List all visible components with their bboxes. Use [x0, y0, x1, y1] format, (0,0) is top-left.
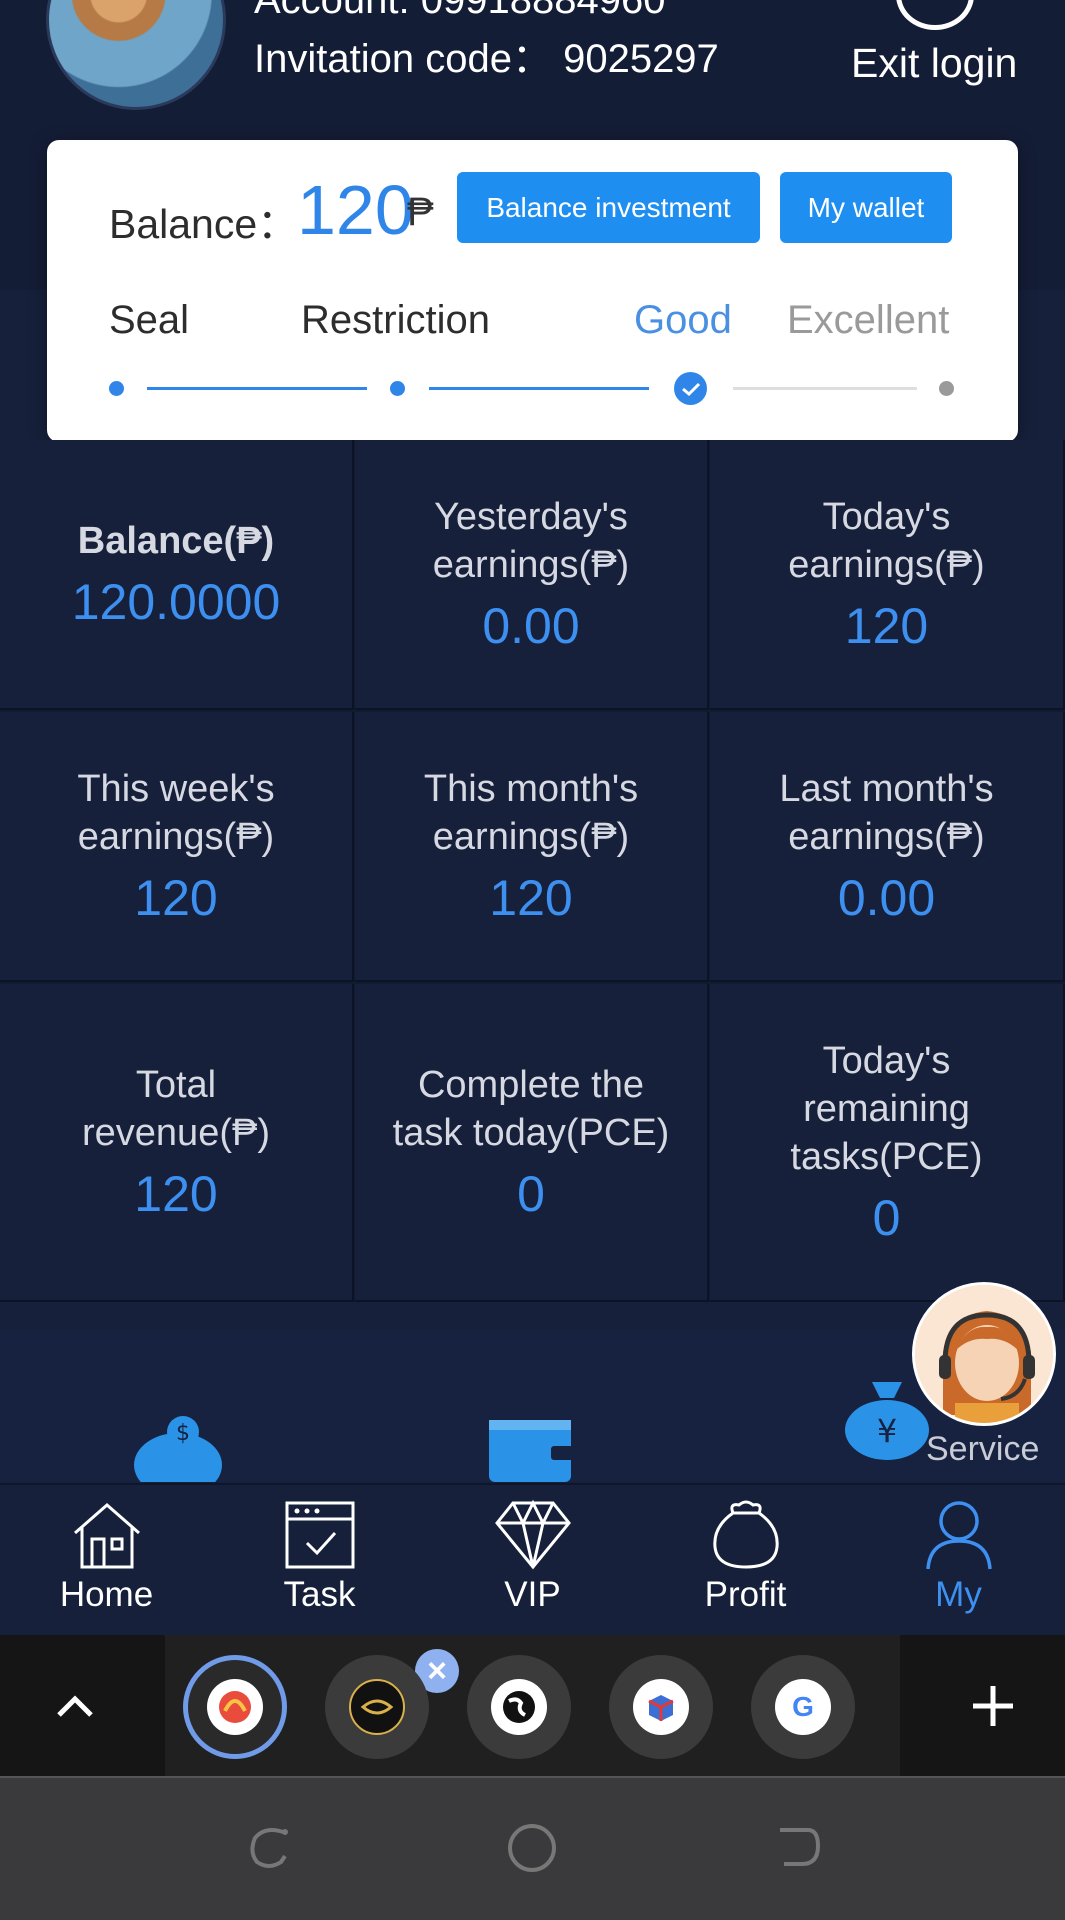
recent-apps-icon[interactable]: [245, 1822, 295, 1872]
google-icon: G: [775, 1679, 831, 1735]
level-line: [147, 387, 367, 390]
stat-value: 0: [517, 1166, 545, 1222]
customer-service-icon: [915, 1285, 1053, 1423]
stat-value: 120: [489, 870, 573, 926]
level-seal: Seal: [109, 298, 190, 342]
box-icon: [633, 1679, 689, 1735]
stat-label: Balance(₱): [77, 520, 275, 562]
home-icon: [73, 1503, 140, 1569]
bag-icon: [712, 1500, 779, 1569]
invitation-label: Invitation code：: [254, 37, 552, 81]
service-label[interactable]: Service: [926, 1430, 1039, 1469]
shortcut-band: $ ¥: [0, 1330, 1065, 1482]
tab-label: Profit: [704, 1575, 787, 1614]
level-dot: [390, 381, 405, 396]
balance-card: Balance： 120 ₱ Balance investment My wal…: [47, 140, 1018, 442]
svg-text:$: $: [176, 1421, 190, 1446]
globe-bubble[interactable]: [467, 1655, 571, 1759]
back-icon[interactable]: [772, 1822, 822, 1872]
stat-label: Yesterday's earnings(₱): [432, 496, 630, 586]
stat-remaining-tasks: Today's remaining tasks(PCE) 0: [710, 984, 1065, 1302]
stat-value: 120: [844, 598, 929, 654]
task-icon: [285, 1501, 354, 1569]
stat-total-revenue: Total revenue(₱) 120: [0, 984, 354, 1302]
stat-label: Today's earnings(₱): [788, 496, 985, 586]
stat-value: 0.00: [482, 598, 580, 654]
stat-today: Today's earnings(₱) 120: [710, 440, 1065, 710]
stat-value: 120: [134, 870, 218, 926]
tab-label: Task: [283, 1575, 356, 1614]
exit-icon[interactable]: [896, 0, 974, 30]
stat-value: 120: [134, 1166, 218, 1222]
avatar: [46, 0, 226, 110]
google-bubble[interactable]: G: [751, 1655, 855, 1759]
exit-login-button[interactable]: Exit login: [851, 40, 1017, 87]
svg-text:¥: ¥: [877, 1412, 897, 1450]
stat-label: Complete the task today(PCE): [392, 1064, 670, 1154]
stats-grid: Balance(₱) 120.0000 Yesterday's earnings…: [0, 440, 1065, 1302]
invitation-code: Invitation code： 9025297: [254, 26, 719, 84]
stat-value: 0.00: [837, 870, 936, 926]
balance-investment-button[interactable]: Balance investment: [457, 172, 760, 243]
home-button-icon[interactable]: [506, 1822, 558, 1874]
stat-this-week: This week's earnings(₱) 120: [0, 712, 354, 982]
tab-home[interactable]: Home: [0, 1485, 213, 1637]
stat-label: This month's earnings(₱): [423, 768, 639, 858]
bubble-row: × G: [165, 1635, 900, 1776]
balance-label: Balance：: [109, 201, 299, 247]
currency-symbol: ₱: [407, 190, 434, 234]
money-bag-icon[interactable]: ¥: [842, 1378, 932, 1460]
browser-bubble-strip: × G: [0, 1635, 1065, 1776]
stat-complete-today: Complete the task today(PCE) 0: [355, 984, 709, 1302]
level-restriction: Restriction: [301, 298, 490, 342]
level-good: Good: [634, 298, 732, 342]
tab-profit[interactable]: Profit: [639, 1485, 852, 1637]
balance-value: 120: [297, 171, 414, 249]
check-icon: [674, 372, 707, 405]
stat-last-month: Last month's earnings(₱) 0.00: [710, 712, 1065, 982]
stat-label: Total revenue(₱): [82, 1064, 270, 1154]
wallet-icon[interactable]: [487, 1414, 577, 1482]
stat-label: Today's remaining tasks(PCE): [790, 1040, 983, 1178]
my-wallet-button[interactable]: My wallet: [780, 172, 952, 243]
system-navigation-bar: [0, 1776, 1065, 1920]
tab-task[interactable]: Task: [213, 1485, 426, 1637]
stat-yesterday: Yesterday's earnings(₱) 0.00: [355, 440, 709, 710]
service-avatar-button[interactable]: [912, 1282, 1056, 1426]
stat-this-month: This month's earnings(₱) 120: [355, 712, 709, 982]
tab-label: Home: [59, 1575, 154, 1614]
freeck-bubble[interactable]: [325, 1655, 429, 1759]
freeck-icon: [349, 1679, 405, 1735]
tab-vip[interactable]: VIP: [426, 1485, 639, 1637]
tab-label: VIP: [504, 1575, 561, 1614]
plus-icon[interactable]: [920, 1635, 1065, 1776]
app-bubble-active[interactable]: [183, 1655, 287, 1759]
invitation-value: 9025297: [563, 37, 719, 81]
piggy-bank-icon[interactable]: $: [128, 1410, 228, 1482]
stat-balance: Balance(₱) 120.0000: [0, 440, 354, 710]
bottom-tab-bar: Home Task VIP Profit My: [0, 1483, 1065, 1635]
app-icon: [207, 1679, 263, 1735]
chevron-up-icon[interactable]: [0, 1635, 150, 1776]
level-dot: [939, 381, 954, 396]
account-number: Account: 09918884960: [254, 0, 666, 22]
level-dot: [109, 381, 124, 396]
stat-value: 120.0000: [71, 574, 281, 630]
level-line: [733, 387, 917, 390]
tab-label: My: [935, 1575, 982, 1614]
level-excellent: Excellent: [787, 298, 950, 342]
box-bubble[interactable]: [609, 1655, 713, 1759]
tab-my[interactable]: My: [852, 1485, 1065, 1637]
globe-icon: [491, 1679, 547, 1735]
stat-value: 0: [872, 1190, 901, 1246]
stat-label: Last month's earnings(₱): [779, 768, 994, 858]
diamond-icon: [494, 1499, 571, 1570]
stat-label: This week's earnings(₱): [77, 768, 275, 858]
person-icon: [925, 1501, 992, 1570]
level-line: [429, 387, 649, 390]
